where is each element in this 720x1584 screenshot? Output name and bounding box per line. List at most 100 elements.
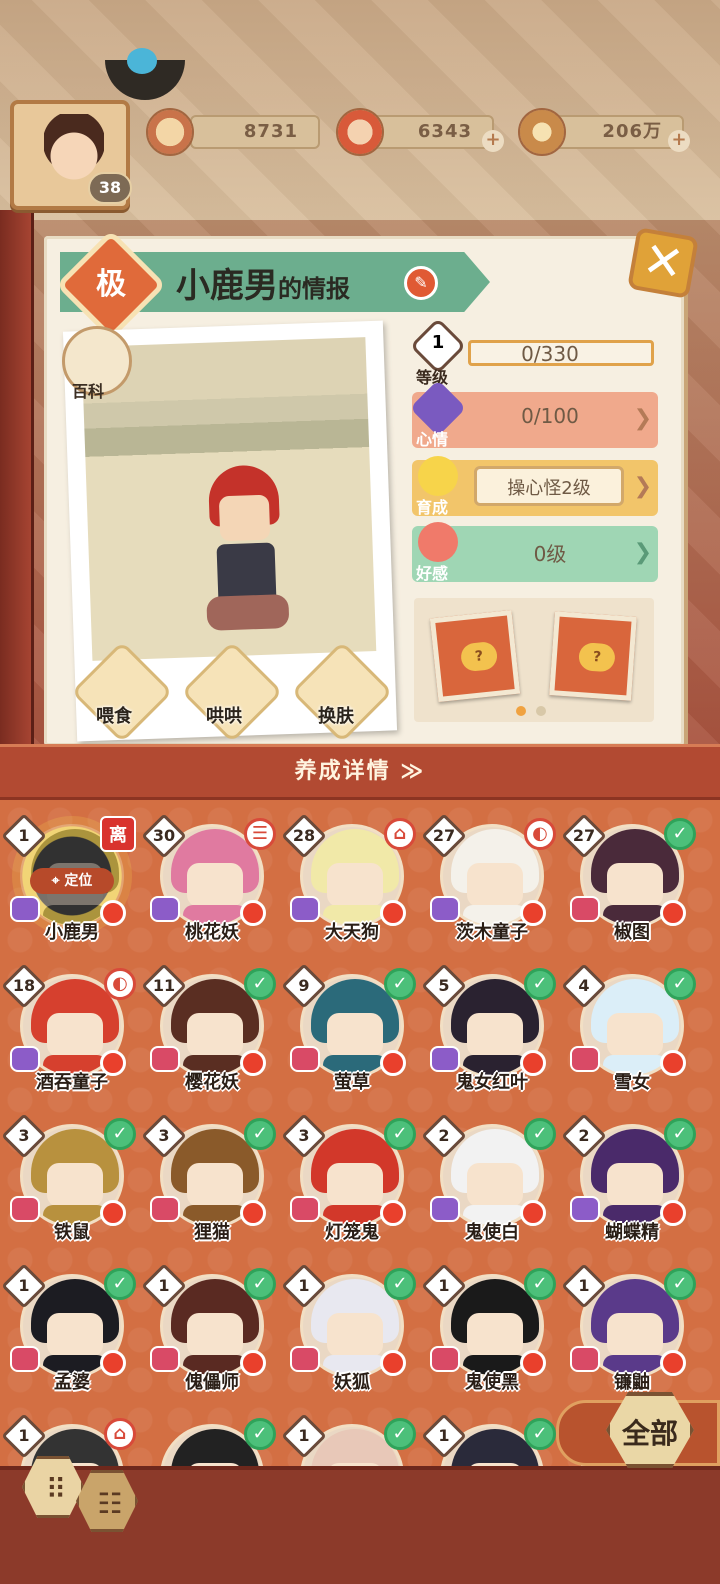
mood-row[interactable]: 0/100 心情 ❯ bbox=[409, 379, 658, 449]
away-badge: 离 bbox=[100, 816, 136, 852]
shikigami-card[interactable]: 1 离 ⌖ 定位 小鹿男 bbox=[1, 806, 142, 946]
shikigami-card[interactable]: 27 ◐ 茨木童子 bbox=[421, 806, 562, 946]
shikigami-name: 狸猫 bbox=[194, 1222, 230, 1243]
carousel-dot-1[interactable] bbox=[516, 706, 526, 716]
growth-details-toggle[interactable]: 养成详情 ≫ bbox=[0, 744, 720, 800]
shikigami-name: 小鹿男 bbox=[45, 922, 99, 943]
task-icon: ☰ bbox=[244, 818, 276, 850]
reward-carousel[interactable]: ? ? bbox=[414, 598, 654, 722]
wiki-label: 百科 bbox=[72, 382, 105, 401]
reward-card-1[interactable]: ? bbox=[429, 609, 521, 703]
shikigami-level: 2 bbox=[578, 1126, 590, 1145]
rarity-label: 极 bbox=[96, 267, 126, 302]
shikigami-level: 18 bbox=[12, 976, 36, 995]
shikigami-card[interactable]: 5 ✓ 鬼女红叶 bbox=[421, 956, 562, 1096]
shikigami-card[interactable]: 9 ✓ 萤草 bbox=[281, 956, 422, 1096]
feed-label: 喂食 bbox=[96, 706, 132, 727]
mood-label: 心情 bbox=[416, 430, 449, 449]
shikigami-level: 4 bbox=[578, 976, 590, 995]
add-currency2-button[interactable]: + bbox=[482, 130, 504, 152]
edit-name-button[interactable]: ✎ bbox=[404, 266, 438, 300]
favor-arrow-icon: ❯ bbox=[633, 540, 652, 565]
check-icon: ✓ bbox=[384, 1118, 416, 1150]
currency3-bar: 206万 bbox=[546, 115, 684, 149]
shikigami-level: 27 bbox=[432, 826, 456, 845]
player-level-badge: 38 bbox=[88, 172, 132, 204]
growth-arrow-icon: ❯ bbox=[633, 474, 652, 499]
shikigami-name: 大天狗 bbox=[325, 922, 379, 943]
shikigami-name: 镰鼬 bbox=[614, 1372, 650, 1393]
shikigami-name: 孟婆 bbox=[54, 1372, 90, 1393]
shikigami-grid: 1 离 ⌖ 定位 小鹿男 30 ☰ 桃花妖 28 ⌂ 大天狗 27 ◐ 茨木童子 27 ✓ 椒图 18 ◐ 酒吞童子… bbox=[0, 800, 720, 1466]
gold-coin-icon bbox=[518, 108, 566, 156]
shikigami-name: 铁鼠 bbox=[54, 1222, 90, 1243]
shikigami-card[interactable]: 1 ✓ 孟婆 bbox=[1, 1256, 142, 1396]
shikigami-name: 茨木童子 bbox=[456, 922, 528, 943]
shikigami-card[interactable]: 3 ✓ 铁鼠 bbox=[1, 1106, 142, 1246]
mood-value: 0/100 bbox=[521, 404, 579, 428]
shikigami-name: 蝴蝶精 bbox=[605, 1222, 659, 1243]
growth-label: 育成 bbox=[416, 498, 449, 517]
shikigami-card[interactable]: 1 ✓ 傀儡师 bbox=[141, 1256, 282, 1396]
mood-arrow-icon: ❯ bbox=[633, 406, 652, 431]
shikigami-card[interactable]: 1 ✓ 妖狐 bbox=[281, 1256, 422, 1396]
currency1-bar: 8731 bbox=[190, 115, 320, 149]
shikigami-card[interactable]: 11 ✓ 樱花妖 bbox=[141, 956, 282, 1096]
shikigami-card[interactable]: 4 ✓ 雪女 bbox=[561, 956, 702, 1096]
shikigami-level: 1 bbox=[18, 1276, 30, 1295]
shikigami-level: 3 bbox=[158, 1126, 170, 1145]
shikigami-name: 酒吞童子 bbox=[36, 1072, 108, 1093]
shikigami-card[interactable]: 2 ✓ 蝴蝶精 bbox=[561, 1106, 702, 1246]
check-icon: ✓ bbox=[524, 1118, 556, 1150]
shikigami-card[interactable]: 1 ✓ 镰鼬 bbox=[561, 1256, 702, 1396]
shikigami-name: 鬼使白 bbox=[465, 1222, 519, 1243]
reward-card-2[interactable]: ? bbox=[549, 611, 637, 701]
growth-value: 操心怪2级 bbox=[507, 478, 591, 499]
check-icon: ✓ bbox=[664, 1268, 696, 1300]
task-icon: ◐ bbox=[104, 968, 136, 1000]
shikigami-card[interactable]: 1 ✓ bbox=[281, 1406, 422, 1466]
carousel-dot-2[interactable] bbox=[536, 706, 546, 716]
close-button[interactable]: ✕ bbox=[627, 227, 699, 299]
check-icon: ✓ bbox=[664, 818, 696, 850]
check-icon: ✓ bbox=[524, 1268, 556, 1300]
favor-label: 好感 bbox=[416, 564, 449, 583]
shikigami-card[interactable]: 18 ◐ 酒吞童子 bbox=[1, 956, 142, 1096]
shikigami-level: 9 bbox=[298, 976, 310, 995]
check-icon: ✓ bbox=[384, 1268, 416, 1300]
locate-button[interactable]: ⌖ 定位 bbox=[30, 868, 114, 894]
shikigami-card[interactable]: 1 ✓ 鬼使黑 bbox=[421, 1256, 562, 1396]
check-icon: ✓ bbox=[384, 968, 416, 1000]
shikigami-level: 30 bbox=[152, 826, 176, 845]
shikigami-card[interactable]: 3 ✓ 狸猫 bbox=[141, 1106, 282, 1246]
shikigami-card[interactable]: 27 ✓ 椒图 bbox=[561, 806, 702, 946]
shikigami-level: 1 bbox=[438, 1276, 450, 1295]
check-icon: ✓ bbox=[104, 1118, 136, 1150]
shikigami-card[interactable]: 3 ✓ 灯笼鬼 bbox=[281, 1106, 422, 1246]
growth-row[interactable]: 操心怪2级 育成 ❯ bbox=[412, 456, 658, 517]
coin-flower-icon bbox=[146, 108, 194, 156]
check-icon: ✓ bbox=[664, 1118, 696, 1150]
check-icon: ✓ bbox=[664, 968, 696, 1000]
magatama-icon bbox=[336, 108, 384, 156]
task-icon: ⌂ bbox=[104, 1418, 136, 1450]
shikigami-level: 2 bbox=[438, 1126, 450, 1145]
character-title: 小鹿男的情报 bbox=[176, 258, 350, 307]
add-currency3-button[interactable]: + bbox=[668, 130, 690, 152]
character-name: 小鹿男 bbox=[176, 266, 278, 306]
shikigami-name: 灯笼鬼 bbox=[325, 1222, 379, 1243]
check-icon: ✓ bbox=[244, 1118, 276, 1150]
shikigami-level: 11 bbox=[152, 976, 176, 995]
shikigami-card[interactable]: 30 ☰ 桃花妖 bbox=[141, 806, 282, 946]
shikigami-card[interactable]: 1 ⌂ bbox=[1, 1406, 142, 1466]
currency3-value: 206万 bbox=[602, 121, 662, 142]
shikigami-card[interactable]: 1 ✓ bbox=[421, 1406, 562, 1466]
shikigami-level: 1 bbox=[158, 1276, 170, 1295]
shikigami-card[interactable]: 28 ⌂ 大天狗 bbox=[281, 806, 422, 946]
favor-row[interactable]: 0级 好感 ❯ bbox=[412, 522, 658, 583]
shikigami-card[interactable]: ✓ bbox=[142, 1406, 282, 1466]
currency1-value: 8731 bbox=[243, 121, 298, 142]
shikigami-card[interactable]: 2 ✓ 鬼使白 bbox=[421, 1106, 562, 1246]
shikigami-level: 1 bbox=[18, 1426, 30, 1445]
currency2-bar: 6343 bbox=[368, 115, 494, 149]
